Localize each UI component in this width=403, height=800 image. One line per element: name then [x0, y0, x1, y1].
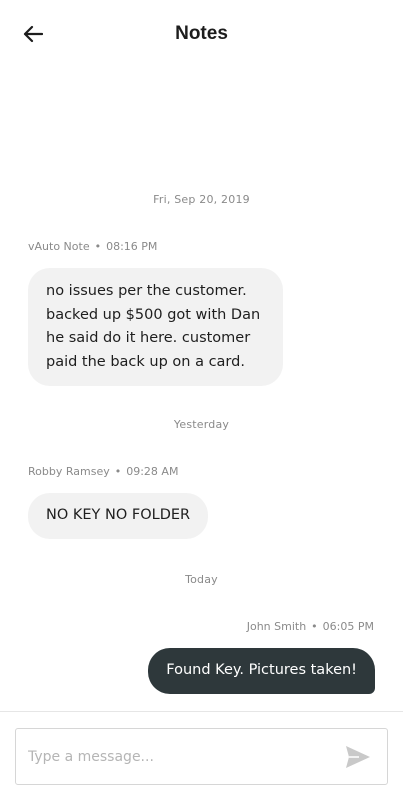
message-time: 08:16 PM: [106, 240, 158, 253]
meta-separator: •: [114, 465, 122, 478]
message-meta: Robby Ramsey • 09:28 AM: [28, 465, 178, 478]
date-separator: Yesterday: [173, 418, 230, 431]
message-bubble[interactable]: no issues per the customer. backed up $5…: [28, 268, 283, 386]
header: Notes: [0, 0, 403, 68]
message-meta: vAuto Note • 08:16 PM: [28, 240, 157, 253]
date-separator: Today: [185, 573, 218, 586]
send-icon: [346, 746, 370, 768]
message-composer: [15, 728, 388, 785]
message-meta: John Smith • 06:05 PM: [247, 620, 374, 633]
message-bubble[interactable]: NO KEY NO FOLDER: [28, 493, 209, 539]
message-time: 06:05 PM: [322, 620, 374, 633]
send-button[interactable]: [345, 745, 371, 769]
meta-separator: •: [311, 620, 318, 633]
meta-separator: •: [94, 240, 102, 253]
message-author: John Smith: [246, 620, 307, 633]
message-input[interactable]: [28, 741, 328, 772]
page-title: Notes: [175, 23, 228, 44]
notes-screen: Notes Fri, Sep 20, 2019 vAuto Note • 08:16…: [0, 0, 403, 800]
message-bubble[interactable]: Found Key. Pictures taken!: [148, 648, 375, 694]
back-button[interactable]: [20, 21, 46, 47]
arrow-left-icon: [23, 25, 43, 43]
composer-divider: [0, 711, 403, 712]
message-time: 09:28 AM: [126, 465, 179, 478]
message-author: Robby Ramsey: [28, 465, 110, 478]
message-author: vAuto Note: [28, 240, 90, 253]
date-separator: Fri, Sep 20, 2019: [153, 193, 250, 206]
